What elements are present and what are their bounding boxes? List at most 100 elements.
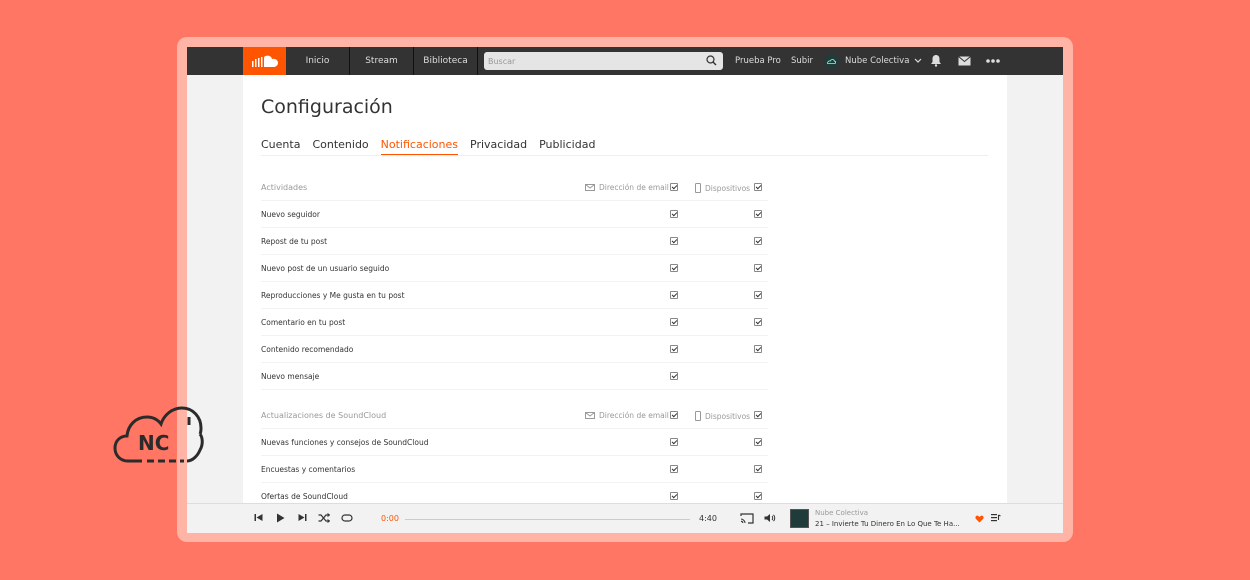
device-column-header: Dispositivos (695, 183, 750, 193)
device-checkbox[interactable] (754, 492, 762, 500)
notification-label: Comentario en tu post (261, 318, 346, 327)
device-column-label: Dispositivos (705, 183, 751, 193)
list-item: Nuevo seguidor (261, 201, 768, 228)
device-checkbox[interactable] (754, 345, 762, 353)
email-column-header: Dirección de email (585, 411, 669, 420)
queue-icon[interactable] (991, 513, 1001, 522)
section-title: Actualizaciones de SoundCloud (261, 411, 387, 420)
email-column-label: Dirección de email (599, 411, 669, 420)
envelope-icon (585, 184, 595, 191)
device-checkbox[interactable] (754, 318, 762, 326)
email-checkbox[interactable] (670, 345, 678, 353)
email-column-header: Dirección de email (585, 183, 669, 192)
track-artist[interactable]: Nube Colectiva (815, 509, 868, 517)
device-all-checkbox[interactable] (754, 183, 762, 191)
try-pro-link[interactable]: Prueba Pro (735, 47, 781, 75)
search-icon[interactable] (706, 55, 717, 66)
device-all-checkbox[interactable] (754, 411, 762, 419)
nube-colectiva-logo: NC (112, 405, 204, 471)
phone-icon (695, 411, 701, 421)
nc-cloud-logo: NC (113, 406, 204, 463)
notification-label: Nuevo mensaje (261, 372, 320, 381)
list-item: Contenido recomendado (261, 336, 768, 363)
tab-cuenta[interactable]: Cuenta (261, 138, 300, 155)
list-item: Reproducciones y Me gusta en tu post (261, 282, 768, 309)
more-options-icon[interactable] (986, 59, 1000, 63)
notification-label: Encuestas y comentarios (261, 465, 356, 474)
bell-icon[interactable] (930, 54, 942, 67)
upload-link[interactable]: Subir (791, 47, 813, 75)
notification-label: Nuevas funciones y consejos de SoundClou… (261, 438, 429, 447)
list-item: Nuevo post de un usuario seguido (261, 255, 768, 282)
settings-tabs: Cuenta Contenido Notificaciones Privacid… (261, 138, 607, 155)
user-name: Nube Colectiva (845, 56, 910, 66)
track-title[interactable]: 21 – Invierte Tu Dinero En Lo Que Te Ha.… (815, 520, 960, 528)
user-menu[interactable]: Nube Colectiva (824, 47, 922, 75)
list-item: Nuevas funciones y consejos de SoundClou… (261, 429, 768, 456)
nav-tab-stream[interactable]: Stream (350, 47, 414, 75)
notification-label: Nuevo seguidor (261, 210, 320, 219)
search-input[interactable]: Buscar (484, 52, 723, 70)
chevron-down-icon (914, 58, 922, 63)
current-time: 0:00 (381, 514, 399, 523)
next-icon[interactable] (298, 513, 307, 522)
list-item: Encuestas y comentarios (261, 456, 768, 483)
section-header-actualizaciones: Actualizaciones de SoundCloud Dirección … (261, 402, 768, 429)
nav-tab-inicio[interactable]: Inicio (286, 47, 350, 75)
email-all-checkbox[interactable] (670, 411, 678, 419)
device-checkbox[interactable] (754, 264, 762, 272)
notification-label: Repost de tu post (261, 237, 328, 246)
list-item: Comentario en tu post (261, 309, 768, 336)
device-column-header: Dispositivos (695, 411, 750, 421)
notification-label: Reproducciones y Me gusta en tu post (261, 291, 405, 300)
tab-publicidad[interactable]: Publicidad (539, 138, 595, 155)
email-checkbox[interactable] (670, 264, 678, 272)
soundcloud-cloud-icon (251, 55, 278, 67)
email-checkbox[interactable] (670, 291, 678, 299)
shuffle-icon[interactable] (318, 513, 330, 523)
search-placeholder: Buscar (488, 56, 516, 66)
device-checkbox[interactable] (754, 291, 762, 299)
avatar (824, 54, 839, 68)
device-checkbox[interactable] (754, 438, 762, 446)
notification-label: Ofertas de SoundCloud (261, 492, 348, 501)
section-header-actividades: Actividades Dirección de email Dispositi… (261, 174, 768, 201)
volume-icon[interactable] (764, 513, 776, 523)
email-checkbox[interactable] (670, 318, 678, 326)
tab-notificaciones[interactable]: Notificaciones (380, 138, 459, 155)
play-icon[interactable] (276, 513, 285, 523)
email-checkbox[interactable] (670, 210, 678, 218)
device-checkbox[interactable] (754, 237, 762, 245)
email-checkbox[interactable] (670, 465, 678, 473)
list-item: Repost de tu post (261, 228, 768, 255)
nav-tab-biblioteca[interactable]: Biblioteca (414, 47, 478, 75)
device-checkbox[interactable] (754, 210, 762, 218)
device-column-label: Dispositivos (705, 411, 751, 421)
email-checkbox[interactable] (670, 372, 678, 380)
heart-icon[interactable] (975, 515, 984, 523)
repeat-icon[interactable] (341, 513, 353, 523)
device-checkbox[interactable] (754, 465, 762, 473)
duration: 4:40 (699, 514, 717, 523)
phone-icon (695, 183, 701, 193)
notification-label: Contenido recomendado (261, 345, 354, 354)
soundcloud-logo[interactable] (243, 47, 286, 75)
top-navigation-bar: Inicio Stream Biblioteca Buscar Prueba P… (187, 47, 1063, 75)
app-window: Inicio Stream Biblioteca Buscar Prueba P… (187, 47, 1063, 533)
svg-text:NC: NC (138, 431, 169, 455)
email-column-label: Dirección de email (599, 183, 669, 192)
track-artwork[interactable] (790, 509, 809, 528)
previous-icon[interactable] (254, 513, 263, 522)
player-bar: 0:00 4:40 Nube Colectiva 21 – Invierte T… (187, 503, 1063, 533)
tab-privacidad[interactable]: Privacidad (470, 138, 527, 155)
notification-label: Nuevo post de un usuario seguido (261, 264, 390, 273)
mail-icon[interactable] (958, 56, 971, 66)
cast-icon[interactable] (740, 513, 754, 524)
email-checkbox[interactable] (670, 237, 678, 245)
email-checkbox[interactable] (670, 438, 678, 446)
tab-contenido[interactable]: Contenido (312, 138, 368, 155)
email-all-checkbox[interactable] (670, 183, 678, 191)
settings-page: Configuración Cuenta Contenido Notificac… (243, 75, 1007, 510)
progress-bar[interactable] (405, 519, 690, 520)
email-checkbox[interactable] (670, 492, 678, 500)
